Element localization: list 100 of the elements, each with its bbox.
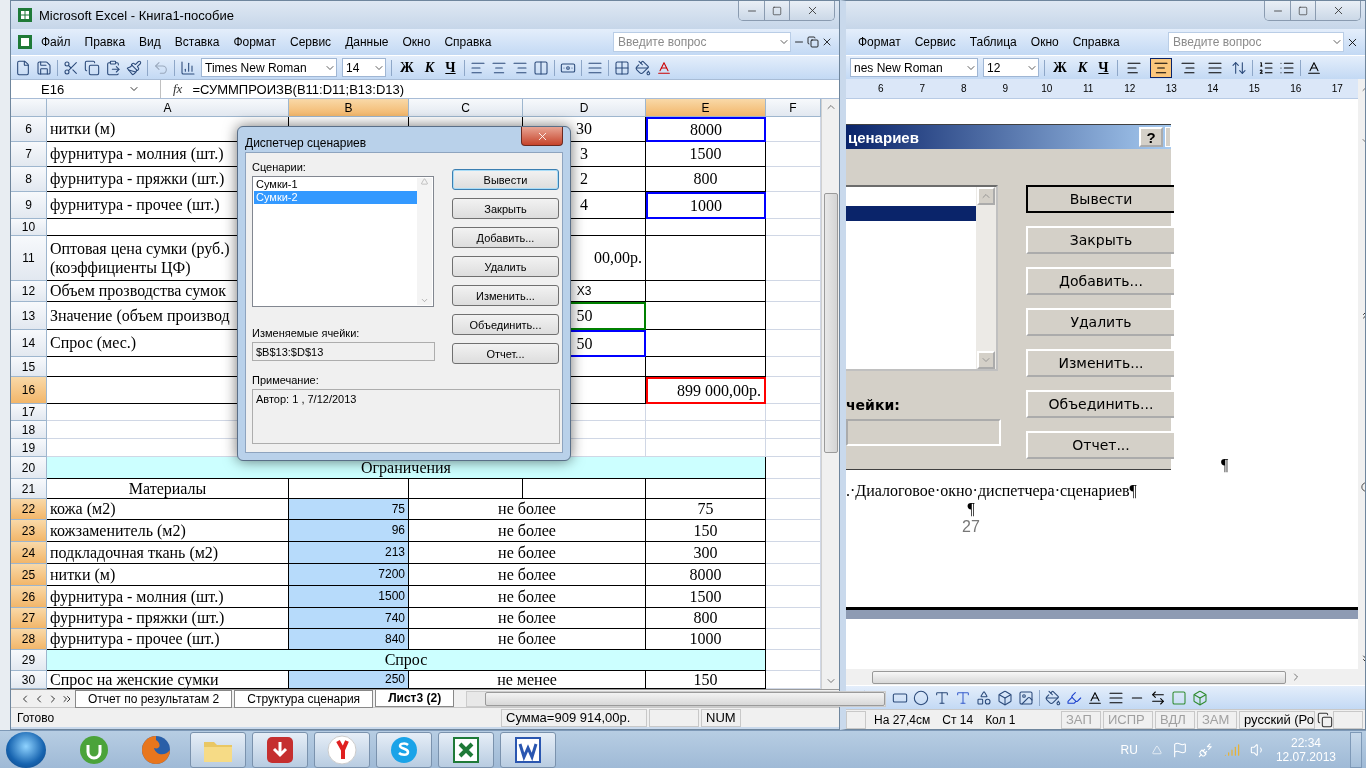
minimize-button[interactable]: [739, 1, 765, 20]
word-art-icon[interactable]: [955, 689, 971, 706]
save-icon[interactable]: [36, 59, 52, 76]
shadow-icon[interactable]: [1171, 689, 1187, 706]
maximize-icon[interactable]: [772, 5, 782, 16]
format-button[interactable]: К: [1074, 59, 1091, 76]
font-color-icon[interactable]: [655, 59, 672, 76]
close-icon[interactable]: [821, 36, 833, 48]
dialog-button[interactable]: Изменить...: [452, 285, 559, 306]
menu-item[interactable]: Вставка: [168, 32, 226, 52]
copy-icon[interactable]: [84, 59, 100, 76]
borders-icon[interactable]: [613, 59, 630, 76]
row-header[interactable]: 28: [11, 629, 47, 650]
dialog-button[interactable]: Добавить...: [452, 227, 559, 248]
changing-cells-field[interactable]: [846, 419, 1001, 446]
column-header[interactable]: E: [646, 99, 766, 117]
menu-item[interactable]: Окно: [1024, 32, 1065, 52]
row-header[interactable]: 14: [11, 330, 47, 357]
help-search-field[interactable]: Введите вопрос: [613, 32, 791, 52]
close-button[interactable]: [521, 127, 563, 146]
menu-item[interactable]: Окно: [396, 32, 437, 52]
menu-item[interactable]: Данные: [339, 32, 395, 52]
column-header[interactable]: B: [289, 99, 409, 117]
format-button[interactable]: Ж: [1050, 59, 1070, 76]
row-header[interactable]: 6: [11, 117, 47, 142]
dialog-button[interactable]: Отчет...: [452, 343, 559, 364]
format-button[interactable]: Ж: [397, 59, 417, 76]
scrollbar-thumb[interactable]: [823, 193, 838, 453]
name-box[interactable]: E16: [11, 80, 161, 98]
select-all-corner[interactable]: [11, 99, 47, 117]
oval-icon[interactable]: [913, 689, 929, 706]
align-button[interactable]: [1149, 57, 1172, 78]
row-header[interactable]: 16: [11, 377, 47, 404]
dialog-button[interactable]: Объединить...: [1026, 390, 1174, 418]
flag-icon[interactable]: [1171, 741, 1188, 758]
dialog-button[interactable]: Изменить...: [1026, 349, 1174, 377]
column-header[interactable]: C: [409, 99, 523, 117]
menu-item[interactable]: Сервис: [908, 32, 962, 52]
arrow-style-icon[interactable]: [1150, 689, 1166, 706]
menu-item[interactable]: Файл: [35, 32, 77, 52]
row-header[interactable]: 7: [11, 142, 47, 167]
line-spacing-icon[interactable]: [1230, 59, 1247, 76]
sheet-tab[interactable]: Отчет по результатам 2: [75, 689, 233, 708]
text-box-icon[interactable]: [934, 689, 950, 706]
format-button[interactable]: Ч: [442, 59, 459, 76]
start-button[interactable]: [6, 731, 46, 768]
menu-item[interactable]: Правка: [78, 32, 132, 52]
scrollbar-thumb[interactable]: [872, 670, 1286, 684]
taskbar-button[interactable]: [500, 731, 556, 768]
dialog-button[interactable]: Вывести: [452, 169, 559, 190]
row-header[interactable]: 19: [11, 439, 47, 457]
brush-icon[interactable]: [126, 59, 142, 76]
spreadsheet-icon[interactable]: [17, 34, 33, 50]
row-header[interactable]: 25: [11, 564, 47, 586]
dialog-button[interactable]: Закрыть: [1026, 226, 1174, 254]
changing-cells-field[interactable]: $B$13:$D$13: [252, 342, 435, 361]
row-header[interactable]: 15: [11, 357, 47, 377]
dialog-button[interactable]: Отчет...: [1026, 431, 1174, 459]
row-header[interactable]: 12: [11, 281, 47, 302]
help-search-field[interactable]: Введите вопрос: [1168, 32, 1344, 52]
column-header[interactable]: F: [766, 99, 821, 117]
formula-text[interactable]: =СУММПРОИЗВ(B11:D11;B13:D13): [192, 81, 405, 97]
ruler[interactable]: 6 7 8 9 10 11 12 13 14 15 16 17: [846, 79, 1358, 99]
row-header[interactable]: 11: [11, 236, 47, 281]
row-header[interactable]: 8: [11, 167, 47, 192]
taskbar-button[interactable]: [252, 731, 308, 768]
paste-icon[interactable]: [105, 59, 121, 76]
scenario-list[interactable]: Сумки-1 Сумки-2: [252, 176, 434, 307]
menu-item[interactable]: Вид: [133, 32, 167, 52]
dialog-button[interactable]: Удалить: [1026, 308, 1174, 336]
scissors-icon[interactable]: [63, 59, 79, 76]
row-header[interactable]: 13: [11, 302, 47, 330]
row-header[interactable]: 17: [11, 404, 47, 421]
row-header[interactable]: 26: [11, 586, 47, 608]
row-header[interactable]: 9: [11, 192, 47, 219]
column-header[interactable]: A: [47, 99, 289, 117]
line-color-icon[interactable]: [1066, 689, 1082, 706]
taskbar-button[interactable]: [438, 731, 494, 768]
language-indicator[interactable]: русский (Ро: [1239, 710, 1315, 729]
dialog-button[interactable]: Объединить...: [452, 314, 559, 335]
font-select[interactable]: nes New Roman: [850, 58, 978, 77]
maximize-icon[interactable]: [1298, 5, 1308, 16]
row-header[interactable]: 18: [11, 421, 47, 439]
taskbar-button[interactable]: [314, 731, 370, 768]
sheet-tab[interactable]: Лист3 (2): [375, 690, 455, 707]
help-button[interactable]: ?: [1139, 127, 1163, 147]
row-header[interactable]: 23: [11, 520, 47, 542]
clip-art-icon[interactable]: [997, 689, 1013, 706]
row-header[interactable]: 24: [11, 542, 47, 564]
dialog-button[interactable]: Удалить: [452, 256, 559, 277]
vertical-scrollbar[interactable]: [976, 187, 996, 369]
sheet-tab[interactable]: Структура сценария: [234, 689, 374, 708]
maximize-button[interactable]: [765, 1, 790, 20]
fill-color-icon[interactable]: [634, 59, 651, 76]
image-icon[interactable]: [1018, 689, 1034, 706]
function-label[interactable]: fx: [173, 81, 183, 97]
taskbar-button[interactable]: [376, 731, 432, 768]
menu-item[interactable]: Формат: [852, 32, 907, 52]
format-button[interactable]: К: [421, 59, 438, 76]
column-header[interactable]: D: [523, 99, 646, 117]
